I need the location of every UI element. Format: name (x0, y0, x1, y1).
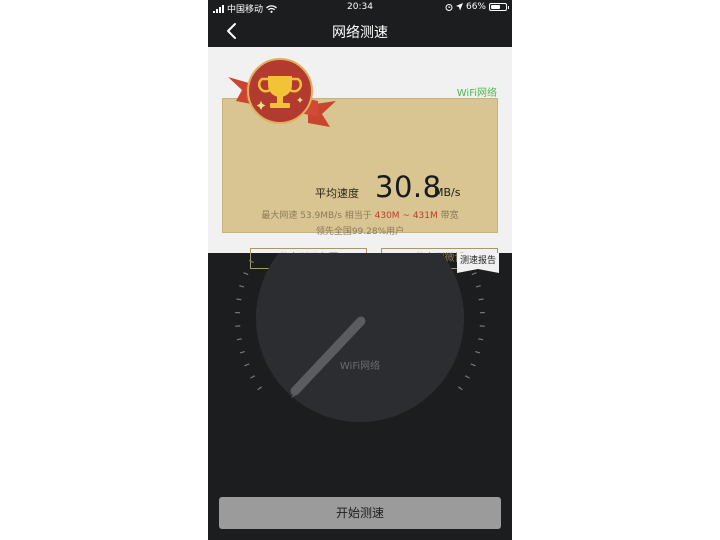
gauge-tick (239, 351, 245, 354)
phone-screen: 中国移动 20:34 66% 网络测速 WiFi网络 平均速度 30.8 MB/… (208, 0, 512, 540)
battery-icon (489, 3, 509, 11)
page-title: 网络测速 (332, 25, 388, 41)
gauge-tick (250, 375, 256, 379)
gauge-tick (236, 298, 242, 301)
trophy-icon (247, 58, 313, 124)
gauge-tick (244, 363, 250, 367)
average-speed-label: 平均速度 (315, 187, 359, 200)
speed-unit: MB/s (434, 186, 461, 199)
result-panel: WiFi网络 平均速度 30.8 MB/s 最大网速 53.9MB/s 相当于 … (208, 47, 512, 269)
status-bar: 中国移动 20:34 66% (208, 0, 512, 15)
gauge-tick (475, 285, 481, 288)
battery-fill (491, 5, 501, 9)
max-speed-line: 最大网速 53.9MB/s 相当于 430M ~ 431M 带宽 (223, 208, 497, 221)
gauge-tick (478, 338, 484, 341)
gauge-tick (478, 298, 484, 301)
gauge-tick (236, 338, 242, 341)
bandwidth-suffix: 带宽 (440, 211, 459, 221)
average-speed-row: 平均速度 30.8 MB/s (223, 167, 497, 204)
status-right: 66% (445, 2, 509, 12)
gauge-tick (239, 285, 245, 288)
alarm-icon (445, 4, 453, 11)
gauge-tick (243, 272, 249, 276)
gauge-tick (470, 363, 476, 367)
gauge-inner-circle (256, 253, 464, 422)
bandwidth-range: 430M ~ 431M (374, 211, 438, 221)
nav-bar: 网络测速 (208, 15, 512, 47)
gauge-network-label: WiFi网络 (339, 361, 381, 372)
start-test-button[interactable]: 开始测速 (219, 497, 501, 529)
gauge-tick (248, 259, 254, 264)
gauge-tick (257, 386, 263, 391)
gauge-tick (475, 351, 481, 354)
network-type-label: WiFi网络 (456, 88, 497, 99)
max-speed-text: 最大网速 53.9MB/s 相当于 (261, 211, 372, 221)
gauge-tick (471, 272, 477, 276)
battery-percent: 66% (465, 2, 486, 12)
location-icon (455, 3, 463, 11)
gauge-tick (464, 375, 470, 379)
rank-text: 领先全国99.28%用户 (315, 227, 405, 237)
speed-gauge: 测速报告 WiFi网络 (208, 253, 512, 483)
gauge-tick (457, 386, 463, 391)
average-speed-value: 30.8 (375, 170, 442, 204)
